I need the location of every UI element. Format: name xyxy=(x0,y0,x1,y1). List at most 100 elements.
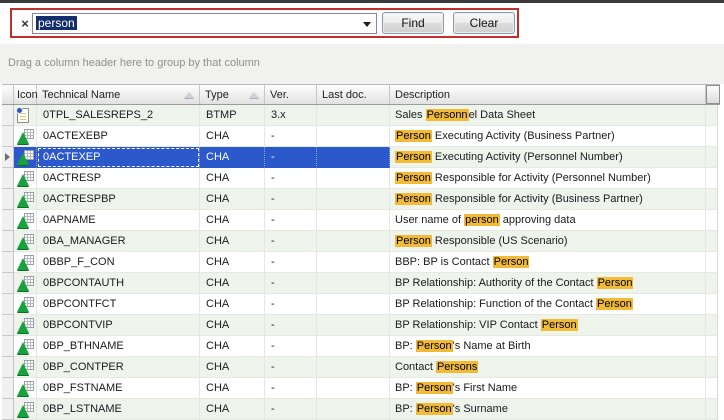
type-cell[interactable]: CHA xyxy=(200,315,265,336)
column-header-description[interactable]: Description xyxy=(390,85,706,104)
last-doc-cell[interactable] xyxy=(317,273,390,294)
last-doc-cell[interactable] xyxy=(317,315,390,336)
column-header-type[interactable]: Type xyxy=(200,85,265,104)
row-select-gutter[interactable] xyxy=(2,378,14,399)
type-cell[interactable]: CHA xyxy=(200,399,265,420)
type-cell[interactable]: CHA xyxy=(200,168,265,189)
column-header-technical-name[interactable]: Technical Name xyxy=(37,85,200,104)
column-header-version[interactable]: Ver. xyxy=(265,85,317,104)
row-select-gutter[interactable] xyxy=(2,105,14,126)
table-row[interactable]: 0ACTRESPBPCHA-Person Responsible for Act… xyxy=(2,189,720,210)
row-select-gutter[interactable] xyxy=(2,399,14,420)
type-cell[interactable]: CHA xyxy=(200,357,265,378)
column-header-icon[interactable]: Icon xyxy=(14,85,37,104)
icon-cell[interactable] xyxy=(14,210,37,231)
type-cell[interactable]: CHA xyxy=(200,210,265,231)
description-cell[interactable]: BP Relationship: Authority of the Contac… xyxy=(390,273,706,294)
last-doc-cell[interactable] xyxy=(317,147,390,168)
row-select-gutter[interactable] xyxy=(2,294,14,315)
last-doc-cell[interactable] xyxy=(317,168,390,189)
technical-name-cell[interactable]: 0ACTRESP xyxy=(37,168,200,189)
icon-cell[interactable] xyxy=(14,189,37,210)
row-select-gutter[interactable] xyxy=(2,168,14,189)
icon-cell[interactable] xyxy=(14,273,37,294)
technical-name-cell[interactable]: 0BP_BTHNAME xyxy=(37,336,200,357)
technical-name-cell[interactable]: 0BPCONTFCT xyxy=(37,294,200,315)
last-doc-cell[interactable] xyxy=(317,210,390,231)
technical-name-cell[interactable]: 0BP_LSTNAME xyxy=(37,399,200,420)
table-row[interactable]: 0ACTEXEPCHA-Person Executing Activity (P… xyxy=(2,147,720,168)
technical-name-cell[interactable]: 0BP_FSTNAME xyxy=(37,378,200,399)
version-cell[interactable]: - xyxy=(265,168,317,189)
clear-button[interactable]: Clear xyxy=(453,12,515,34)
row-select-gutter[interactable] xyxy=(2,336,14,357)
version-cell[interactable]: - xyxy=(265,378,317,399)
technical-name-cell[interactable]: 0BP_CONTPER xyxy=(37,357,200,378)
type-cell[interactable]: CHA xyxy=(200,294,265,315)
version-cell[interactable]: - xyxy=(265,357,317,378)
icon-cell[interactable] xyxy=(14,126,37,147)
description-cell[interactable]: Person Executing Activity (Personnel Num… xyxy=(390,147,706,168)
description-cell[interactable]: Person Responsible for Activity (Busines… xyxy=(390,189,706,210)
table-row[interactable]: 0BBP_F_CONCHA-BBP: BP is Contact Person xyxy=(2,252,720,273)
row-select-gutter[interactable] xyxy=(2,252,14,273)
chevron-down-icon[interactable] xyxy=(363,22,371,27)
version-cell[interactable]: - xyxy=(265,315,317,336)
icon-cell[interactable] xyxy=(14,336,37,357)
technical-name-cell[interactable]: 0ACTEXEBP xyxy=(37,126,200,147)
last-doc-cell[interactable] xyxy=(317,126,390,147)
type-cell[interactable]: CHA xyxy=(200,231,265,252)
table-row[interactable]: 0TPL_SALESREPS_2BTMP3.xSales Personnel D… xyxy=(2,105,720,126)
type-cell[interactable]: CHA xyxy=(200,273,265,294)
description-cell[interactable]: Sales Personnel Data Sheet xyxy=(390,105,706,126)
technical-name-cell[interactable]: 0BPCONTAUTH xyxy=(37,273,200,294)
description-cell[interactable]: BBP: BP is Contact Person xyxy=(390,252,706,273)
table-row[interactable]: 0BPCONTFCTCHA-BP Relationship: Function … xyxy=(2,294,720,315)
version-cell[interactable]: - xyxy=(265,294,317,315)
row-select-gutter[interactable] xyxy=(2,147,14,168)
table-row[interactable]: 0BP_BTHNAMECHA-BP: Person's Name at Birt… xyxy=(2,336,720,357)
table-row[interactable]: 0BP_FSTNAMECHA-BP: Person's First Name xyxy=(2,378,720,399)
technical-name-cell[interactable]: 0BBP_F_CON xyxy=(37,252,200,273)
last-doc-cell[interactable] xyxy=(317,105,390,126)
last-doc-cell[interactable] xyxy=(317,189,390,210)
close-search-icon[interactable]: × xyxy=(18,17,32,30)
technical-name-cell[interactable]: 0ACTEXEP xyxy=(37,147,200,168)
description-cell[interactable]: Person Responsible for Activity (Personn… xyxy=(390,168,706,189)
row-select-gutter[interactable] xyxy=(2,210,14,231)
last-doc-cell[interactable] xyxy=(317,336,390,357)
type-cell[interactable]: CHA xyxy=(200,189,265,210)
description-cell[interactable]: User name of person approving data xyxy=(390,210,706,231)
type-cell[interactable]: CHA xyxy=(200,126,265,147)
icon-cell[interactable] xyxy=(14,147,37,168)
version-cell[interactable]: - xyxy=(265,147,317,168)
description-cell[interactable]: BP: Person's Surname xyxy=(390,399,706,420)
row-select-gutter[interactable] xyxy=(2,357,14,378)
version-cell[interactable]: - xyxy=(265,399,317,420)
last-doc-cell[interactable] xyxy=(317,294,390,315)
icon-cell[interactable] xyxy=(14,168,37,189)
icon-cell[interactable] xyxy=(14,294,37,315)
version-cell[interactable]: - xyxy=(265,189,317,210)
type-cell[interactable]: BTMP xyxy=(200,105,265,126)
icon-cell[interactable] xyxy=(14,315,37,336)
row-select-gutter[interactable] xyxy=(2,231,14,252)
type-cell[interactable]: CHA xyxy=(200,378,265,399)
icon-cell[interactable] xyxy=(14,357,37,378)
technical-name-cell[interactable]: 0APNAME xyxy=(37,210,200,231)
row-select-gutter[interactable] xyxy=(2,126,14,147)
type-cell[interactable]: CHA xyxy=(200,336,265,357)
icon-cell[interactable] xyxy=(14,378,37,399)
last-doc-cell[interactable] xyxy=(317,231,390,252)
version-cell[interactable]: - xyxy=(265,210,317,231)
description-cell[interactable]: Person Responsible (US Scenario) xyxy=(390,231,706,252)
version-cell[interactable]: - xyxy=(265,252,317,273)
description-cell[interactable]: BP: Person's Name at Birth xyxy=(390,336,706,357)
version-cell[interactable]: - xyxy=(265,126,317,147)
last-doc-cell[interactable] xyxy=(317,378,390,399)
technical-name-cell[interactable]: 0BA_MANAGER xyxy=(37,231,200,252)
table-row[interactable]: 0BPCONTAUTHCHA-BP Relationship: Authorit… xyxy=(2,273,720,294)
group-by-drop-zone[interactable]: Drag a column header here to group by th… xyxy=(0,44,724,84)
icon-cell[interactable] xyxy=(14,399,37,420)
last-doc-cell[interactable] xyxy=(317,252,390,273)
